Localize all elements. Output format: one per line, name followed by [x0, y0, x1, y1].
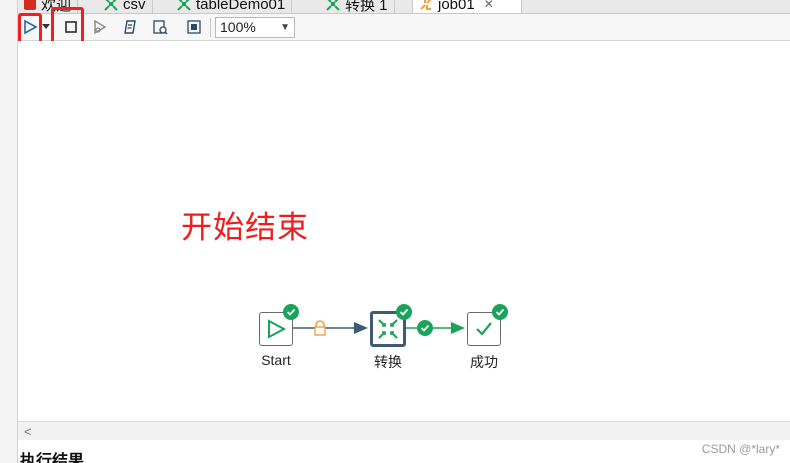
scroll-left-icon[interactable]: <	[24, 424, 32, 439]
toolbar-separator	[210, 18, 211, 37]
node-start-label: Start	[261, 352, 291, 368]
sql-button[interactable]	[150, 17, 170, 37]
left-gutter	[0, 0, 18, 463]
tab-transform-1[interactable]: 转换 1	[320, 0, 395, 13]
hop-start-to-transform[interactable]	[292, 318, 372, 338]
tab-strip: 欢迎 csv tableDemo01 转换 1 job01 ✕	[18, 0, 790, 14]
explore-db-button[interactable]	[184, 17, 204, 37]
execution-results-title: 执行结果	[20, 453, 85, 463]
watermark: CSDN @*lary*	[701, 442, 780, 456]
tab-job01[interactable]: job01 ✕	[412, 0, 522, 13]
transformation-icon	[177, 0, 191, 11]
transformation-icon	[326, 0, 340, 11]
check-icon	[495, 308, 505, 316]
chevron-down-icon	[42, 24, 50, 29]
welcome-icon	[24, 0, 36, 10]
node-success-status	[492, 304, 508, 320]
node-transform-label: 转换	[374, 354, 402, 370]
tab-csv[interactable]: csv	[98, 0, 153, 13]
node-transform-status	[396, 304, 412, 320]
transformation-icon	[104, 0, 118, 11]
script-button[interactable]	[120, 17, 140, 37]
node-start-status	[283, 304, 299, 320]
check-icon	[286, 308, 296, 316]
check-icon	[399, 308, 409, 316]
transformation-icon	[378, 319, 398, 339]
node-success-label: 成功	[470, 354, 498, 370]
start-icon	[268, 319, 287, 339]
success-icon	[476, 322, 492, 336]
script-icon	[124, 20, 136, 34]
explore-db-icon	[187, 20, 201, 34]
toolbar: 100% ▼	[18, 14, 790, 41]
preview-button[interactable]	[90, 17, 110, 37]
horizontal-scrollbar[interactable]: <	[18, 421, 790, 440]
lock-icon	[314, 320, 326, 336]
job-icon	[420, 0, 432, 10]
preview-icon	[94, 19, 107, 35]
hop-transform-to-success[interactable]	[405, 318, 467, 338]
hop-check-badge	[417, 320, 433, 336]
annotation-text: 开始结束	[181, 210, 309, 246]
zoom-select[interactable]: 100% ▼	[215, 17, 295, 38]
close-tab-icon[interactable]: ✕	[484, 0, 494, 11]
chevron-down-icon: ▼	[280, 22, 290, 33]
check-icon	[420, 324, 430, 332]
tab-tabledemo01[interactable]: tableDemo01	[171, 0, 293, 13]
sql-icon	[153, 20, 168, 35]
